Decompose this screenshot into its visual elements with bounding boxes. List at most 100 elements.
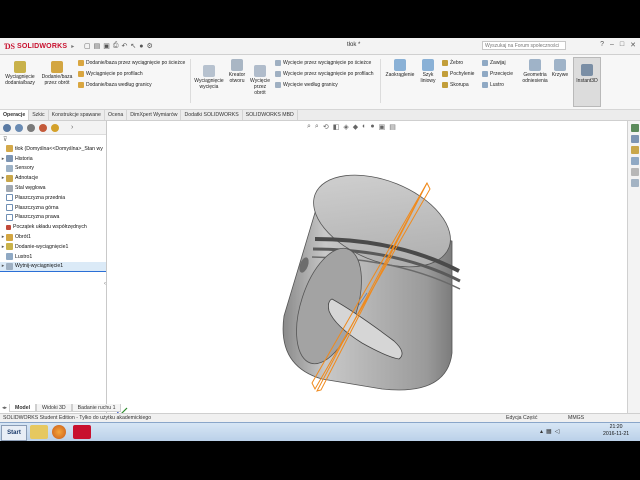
- tree-item-front-plane[interactable]: Płaszczyzna przednia: [0, 193, 106, 203]
- undo-icon[interactable]: ↶: [121, 42, 127, 50]
- save-icon[interactable]: ▣: [103, 42, 110, 50]
- zoom-area-icon[interactable]: ⌕: [315, 123, 319, 131]
- menu-arrow-icon[interactable]: ▸: [71, 43, 74, 50]
- tree-item-annotations[interactable]: ▸ Adnotacje: [0, 173, 106, 183]
- scene-icon[interactable]: ▣: [379, 123, 386, 131]
- restore-icon[interactable]: □: [620, 41, 624, 49]
- tree-item-revolve1[interactable]: ▸ Obrót1: [0, 232, 106, 242]
- appearance-icon[interactable]: ●: [370, 123, 374, 131]
- select-icon[interactable]: ↖: [130, 42, 136, 50]
- wrap-button[interactable]: Zawijaj: [482, 60, 506, 66]
- zoom-fit-icon[interactable]: ⌕: [307, 123, 311, 131]
- options-icon[interactable]: ⚙: [146, 42, 152, 50]
- tree-item-top-plane[interactable]: Płaszczyzna górna: [0, 203, 106, 213]
- tree-item-history[interactable]: ▸ Historia: [0, 154, 106, 164]
- revolve-feature-icon: [6, 233, 13, 241]
- linear-pattern-button[interactable]: Szyk liniowy: [417, 59, 439, 84]
- extruded-cut-label: Wyciągnięcie wycięcia: [194, 78, 224, 90]
- print-icon[interactable]: ⎙: [113, 42, 119, 50]
- tree-root[interactable]: tłok (Domyślna<<Domyślna>_Stan wy: [0, 144, 106, 154]
- display-style-icon[interactable]: ◆: [353, 123, 358, 131]
- curves-button[interactable]: Krzywe: [550, 59, 570, 78]
- close-icon[interactable]: ✕: [630, 41, 636, 49]
- custom-properties-icon[interactable]: [630, 179, 639, 187]
- piston-model[interactable]: [107, 121, 627, 441]
- loft-boss-button[interactable]: Wyciągnięcie po profilach: [78, 71, 143, 77]
- display-manager-tab-icon[interactable]: [51, 123, 59, 132]
- tab-nav-icon[interactable]: ◂▸: [0, 404, 9, 412]
- property-manager-tab-icon[interactable]: [15, 123, 23, 132]
- tab-mbd[interactable]: SOLIDWORKS MBD: [243, 110, 298, 120]
- minimize-icon[interactable]: –: [610, 41, 614, 49]
- solidworks-taskbar-icon[interactable]: [73, 425, 91, 439]
- fillet-button[interactable]: Zaokrąglenie: [383, 59, 417, 78]
- panel-more-icon[interactable]: ›: [71, 124, 73, 132]
- rebuild-icon[interactable]: ●: [139, 43, 143, 50]
- arrow-up-icon[interactable]: ▴: [540, 428, 543, 435]
- config-manager-tab-icon[interactable]: [27, 123, 35, 132]
- boundary-cut-button[interactable]: Wycięcie według granicy: [275, 82, 338, 88]
- start-button[interactable]: Start: [1, 425, 27, 441]
- tree-item-cut-extrude1[interactable]: ▸ Wytnij-wyciągnięcie1: [0, 261, 106, 273]
- section-view-icon[interactable]: ◧: [333, 123, 340, 131]
- file-explorer-icon[interactable]: [630, 146, 639, 154]
- extrude-boss-button[interactable]: Wyciągnięcie dodania/bazy: [2, 61, 38, 86]
- tab-motion-study[interactable]: Badanie ruchu 1: [71, 404, 122, 412]
- tree-filter[interactable]: ⊽: [0, 135, 106, 144]
- firefox-icon[interactable]: [52, 425, 66, 439]
- dimxpert-tab-icon[interactable]: [39, 123, 47, 132]
- tab-weldments[interactable]: Konstrukcje spawane: [49, 110, 105, 120]
- volume-icon[interactable]: ◁: [555, 428, 560, 435]
- lofted-cut-button[interactable]: Wycięcie przez wyciągnięcie po profilach: [275, 71, 374, 77]
- view-palette-icon[interactable]: [630, 157, 639, 165]
- open-icon[interactable]: ▤: [94, 42, 101, 50]
- draft-button[interactable]: Pochylenie: [442, 71, 474, 77]
- tree-item-right-plane[interactable]: Płaszczyzna prawa: [0, 213, 106, 223]
- help-icon[interactable]: ?: [600, 41, 604, 49]
- revolve-boss-button[interactable]: Dodanie/baza przez obrót: [39, 61, 75, 86]
- design-library-icon[interactable]: [630, 135, 639, 143]
- appearances-icon[interactable]: [630, 168, 639, 176]
- swept-cut-button[interactable]: Wycięcie przez wyciągnięcie po ścieżce: [275, 60, 371, 66]
- graphics-area[interactable]: ⌕ ⌕ ⟲ ◧ ◈ ◆ ◐ ● ▣ ▤: [107, 121, 627, 441]
- tab-features[interactable]: Operacje: [0, 110, 30, 120]
- new-icon[interactable]: ▢: [84, 42, 91, 50]
- solidworks-logo[interactable]: ƊS SOLIDWORKS ▸: [4, 42, 76, 51]
- shell-button[interactable]: Skorupa: [442, 82, 469, 88]
- tree-item-mirror1[interactable]: Lustro1: [0, 252, 106, 262]
- boundary-boss-button[interactable]: Dodanie/baza według granicy: [78, 82, 152, 88]
- tab-addins[interactable]: Dodatki SOLIDWORKS: [181, 110, 243, 120]
- hide-show-icon[interactable]: ◐: [362, 123, 366, 131]
- sweep-boss-button[interactable]: Dodanie/baza przez wyciągnięcie po ścież…: [78, 60, 185, 66]
- tree-item-boss-extrude1[interactable]: ▸ Dodanie-wyciągnięcie1: [0, 242, 106, 252]
- view-orientation-icon[interactable]: ◈: [343, 123, 348, 131]
- tab-3d-views[interactable]: Widoki 3D: [36, 404, 72, 412]
- file-explorer-icon[interactable]: [30, 425, 48, 439]
- search-input[interactable]: Wyszukaj na Forum społeczności: [482, 41, 566, 50]
- unit-system[interactable]: MMGS: [568, 415, 584, 421]
- tree-item-material[interactable]: Stal węglowa: [0, 183, 106, 193]
- tab-model[interactable]: Model: [9, 404, 37, 412]
- revolved-cut-button[interactable]: Wycięcie przez obrót: [249, 65, 271, 96]
- mirror-button[interactable]: Lustro: [482, 82, 504, 88]
- previous-view-icon[interactable]: ⟲: [323, 123, 329, 131]
- tree-item-label: Początek układu współrzędnych: [13, 224, 87, 231]
- rib-button[interactable]: Żebro: [442, 60, 463, 66]
- instant3d-button[interactable]: Instant3D: [573, 57, 601, 107]
- network-icon[interactable]: ▦: [546, 428, 552, 435]
- tab-sketch[interactable]: Szkic: [29, 110, 49, 120]
- extruded-cut-button[interactable]: Wyciągnięcie wycięcia: [193, 65, 225, 90]
- tab-dimxpert[interactable]: DimXpert Wymiarów: [127, 110, 182, 120]
- tree-item-sensors[interactable]: Sensory: [0, 164, 106, 174]
- hole-wizard-button[interactable]: Kreator otworu: [226, 59, 248, 84]
- intersect-button[interactable]: Przecięcie: [482, 71, 513, 77]
- feature-tree-tab-icon[interactable]: [3, 123, 11, 132]
- view-settings-icon[interactable]: ▤: [389, 123, 396, 131]
- clock[interactable]: 21:20 2016-11-21: [603, 424, 629, 438]
- resources-icon[interactable]: [630, 124, 639, 132]
- tree-item-origin[interactable]: Początek układu współrzędnych: [0, 222, 106, 232]
- reference-geometry-button[interactable]: Geometria odniesienia: [520, 59, 550, 84]
- tab-evaluate[interactable]: Ocena: [105, 110, 128, 120]
- tree-item-label: Historia: [15, 155, 33, 162]
- panel-splitter-icon[interactable]: ‹: [104, 281, 106, 287]
